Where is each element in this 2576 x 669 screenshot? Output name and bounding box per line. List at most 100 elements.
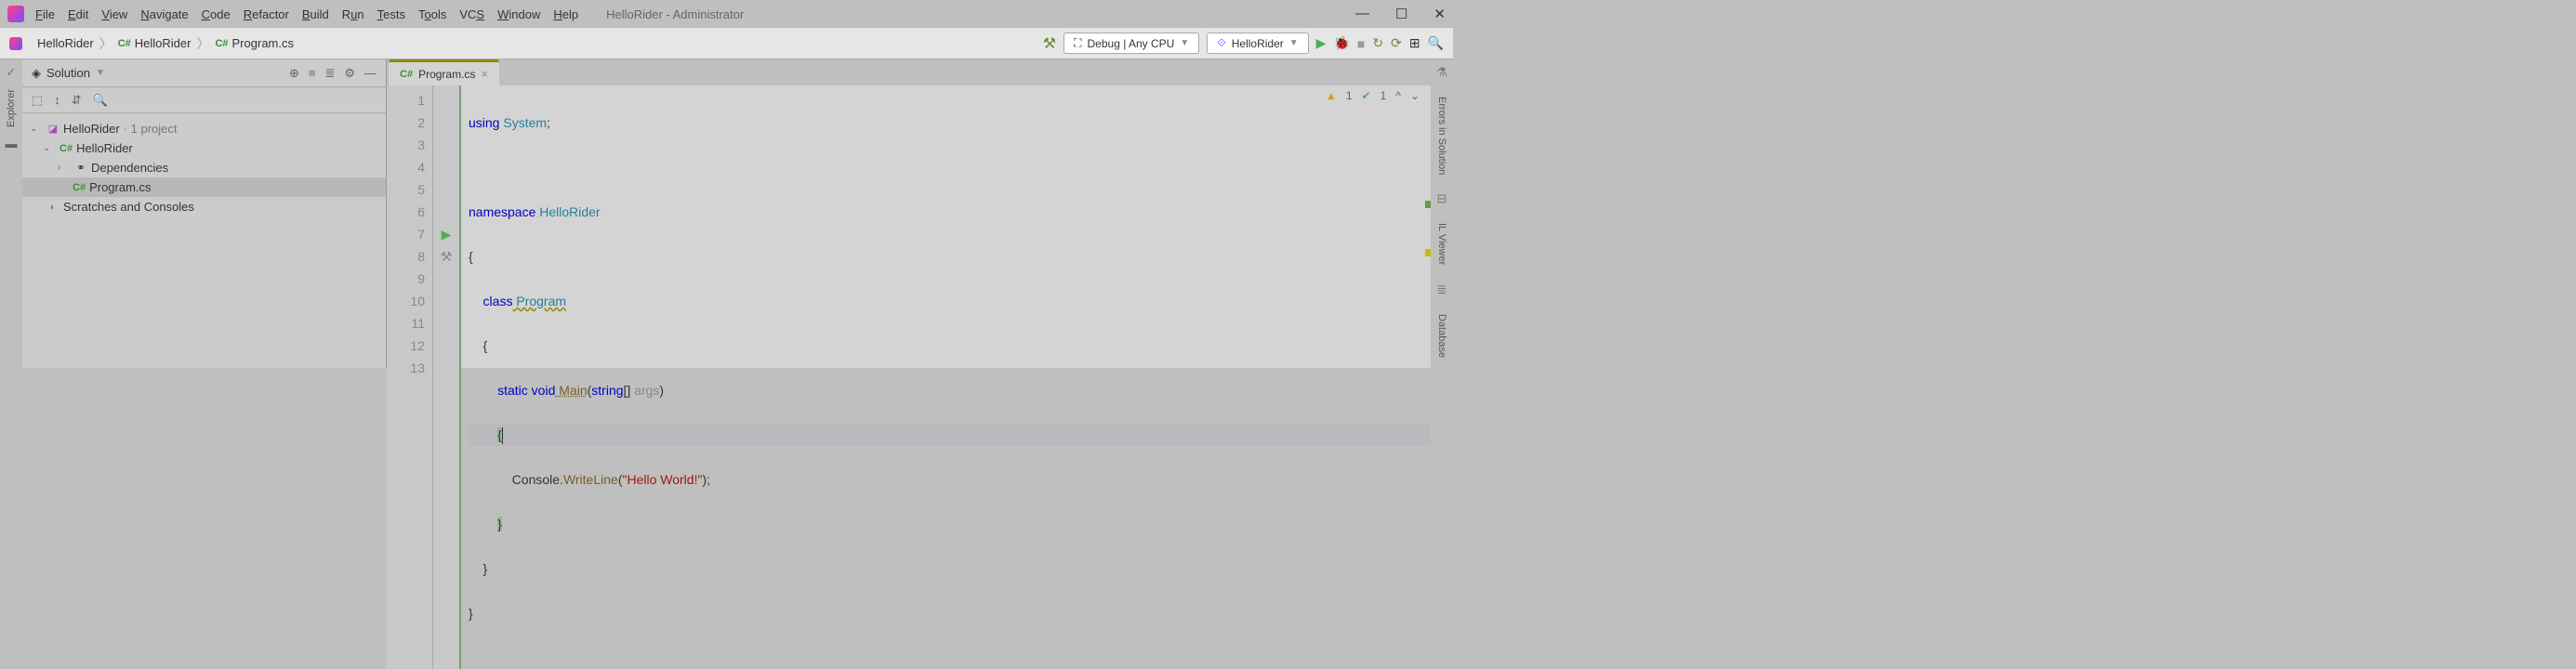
rail-errors[interactable]: Errors in Solution — [1436, 97, 1447, 175]
sync-icon[interactable]: ⟳ — [1391, 35, 1402, 51]
app-icon — [7, 6, 24, 22]
hammer-gutter-icon[interactable]: ⚒ — [433, 245, 459, 268]
tree-scratches[interactable]: ◐ Scratches and Consoles — [22, 197, 386, 216]
titlebar: File Edit View Navigate Code Refactor Bu… — [0, 0, 1453, 28]
gear-icon[interactable]: ⚙ — [344, 66, 355, 81]
hammer-icon[interactable]: ⚒ — [1043, 34, 1056, 53]
close-icon[interactable]: × — [481, 67, 488, 81]
menu-navigate[interactable]: Navigate — [140, 7, 188, 21]
menu-build[interactable]: Build — [302, 7, 329, 21]
menu-view[interactable]: View — [101, 7, 127, 21]
solution-toolbar: ⬚ ↕ ⇵ 🔍 — [22, 87, 386, 113]
solution-header-actions: ⊕ ≡ ≣ ⚙ — — [289, 66, 376, 81]
scratches-icon: ◐ — [46, 201, 59, 214]
rail-ilviewer[interactable]: IL Viewer — [1436, 223, 1447, 265]
collapse-icon[interactable]: ≡ — [309, 66, 316, 81]
build-icon[interactable]: ↻ — [1372, 35, 1383, 51]
dotnet-icon: ⟐ — [1217, 36, 1225, 50]
menu-vcs[interactable]: VCS — [459, 7, 484, 21]
arrow-down-icon: ⌄ — [30, 124, 43, 134]
config-icon: ⛶ — [1074, 36, 1081, 50]
csharp-icon: C# — [118, 38, 131, 49]
chevron-down-icon: ▼ — [1289, 38, 1299, 48]
config-selector[interactable]: ⛶ Debug | Any CPU ▼ — [1063, 33, 1199, 54]
flask-icon[interactable]: ⚗ — [1436, 65, 1447, 80]
menu-help[interactable]: Help — [553, 7, 578, 21]
filter-icon[interactable]: ⇵ — [72, 93, 82, 108]
flask-icon[interactable]: ✓ — [7, 65, 17, 80]
arrow-right-icon: › — [58, 163, 71, 173]
chevron-down-icon[interactable]: ⌄ — [1410, 89, 1420, 102]
rail-database[interactable]: Database — [1436, 314, 1447, 358]
menu-file[interactable]: File — [35, 7, 55, 21]
window-controls: — ☐ ✕ — [1355, 6, 1446, 22]
maximize-icon[interactable]: ☐ — [1395, 6, 1407, 22]
chevron-up-icon[interactable]: ^ — [1395, 89, 1401, 102]
thumbtack-icon: ◈ — [32, 66, 41, 81]
csharp-icon: C# — [73, 182, 86, 193]
folder-icon[interactable]: ▬ — [6, 137, 18, 151]
expand-icon[interactable]: ≣ — [324, 66, 335, 81]
tree-file-program[interactable]: C# Program.cs — [22, 177, 386, 197]
layout-icon[interactable]: ⊞ — [1409, 35, 1420, 51]
editor-tabs: C# Program.cs × — [387, 59, 1431, 85]
chevron-right-icon: 〉 — [196, 34, 209, 53]
menu-code[interactable]: Code — [202, 7, 231, 21]
tab-program[interactable]: C# Program.cs × — [389, 59, 499, 85]
project-icon — [9, 37, 22, 50]
code-content[interactable]: using System; namespace HelloRider { cla… — [461, 85, 1431, 669]
tree-solution-root[interactable]: ⌄ ◪ HelloRider · 1 project — [22, 119, 386, 138]
chevron-right-icon: 〉 — [99, 34, 112, 53]
hide-icon[interactable]: — — [364, 66, 376, 81]
solution-tree: ⌄ ◪ HelloRider · 1 project ⌄ C# HelloRid… — [22, 113, 386, 222]
toolbar-right: ⚒ ⛶ Debug | Any CPU ▼ ⟐ HelloRider ▼ ▶ 🐞… — [1043, 33, 1444, 54]
solution-icon: ◪ — [46, 123, 59, 136]
menu-run[interactable]: Run — [342, 7, 364, 21]
gutter-icons: ▶ ⚒ — [433, 85, 461, 669]
breadcrumb-root[interactable]: HelloRider — [9, 36, 94, 50]
solution-panel: ◈ Solution ▼ ⊕ ≡ ≣ ⚙ — ⬚ ↕ ⇵ 🔍 ⌄ ◪ Hello… — [22, 59, 387, 368]
breadcrumb-project[interactable]: C# HelloRider — [118, 36, 192, 50]
menubar: File Edit View Navigate Code Refactor Bu… — [35, 7, 578, 21]
menu-tests[interactable]: Tests — [377, 7, 405, 21]
minimize-icon[interactable]: — — [1355, 6, 1369, 22]
run-gutter-icon[interactable]: ▶ — [433, 223, 459, 245]
editor-area: C# Program.cs × 1 2 3 4 5 6 7 8 9 10 11 … — [387, 59, 1431, 368]
save-icon[interactable]: ⬚ — [32, 93, 43, 108]
breadcrumb: HelloRider 〉 C# HelloRider 〉 C# Program.… — [9, 34, 294, 53]
left-rail: ✓ Explorer ▬ — [0, 59, 22, 368]
sync-icon[interactable]: ↕ — [54, 93, 60, 107]
tree-dependencies[interactable]: › ⚭ Dependencies — [22, 158, 386, 177]
right-rail: ⚗ Errors in Solution ⊟ IL Viewer ≣ Datab… — [1431, 59, 1453, 368]
csharp-icon: C# — [59, 143, 73, 154]
close-icon[interactable]: ✕ — [1433, 6, 1446, 22]
run-controls: ▶ 🐞 ■ ↻ ⟳ ⊞ 🔍 — [1316, 35, 1444, 51]
solution-title[interactable]: ◈ Solution ▼ — [32, 66, 105, 81]
menu-window[interactable]: Window — [497, 7, 540, 21]
code-editor[interactable]: 1 2 3 4 5 6 7 8 9 10 11 12 13 ▶ ⚒ — [387, 85, 1431, 669]
line-gutter: 1 2 3 4 5 6 7 8 9 10 11 12 13 — [387, 85, 433, 669]
menu-edit[interactable]: Edit — [68, 7, 88, 21]
arrow-down-icon: ⌄ — [43, 143, 56, 153]
search-icon[interactable]: 🔍 — [1428, 35, 1444, 51]
window-title: HelloRider - Administrator — [606, 7, 744, 21]
solution-header: ◈ Solution ▼ ⊕ ≡ ≣ ⚙ — — [22, 59, 386, 87]
debug-icon[interactable]: 🐞 — [1333, 35, 1349, 51]
search-icon[interactable]: 🔍 — [93, 93, 108, 108]
marker-yellow[interactable] — [1425, 249, 1431, 256]
breadcrumb-file[interactable]: C# Program.cs — [215, 36, 294, 50]
database-icon[interactable]: ≣ — [1437, 282, 1447, 297]
il-icon[interactable]: ⊟ — [1437, 191, 1447, 206]
menu-tools[interactable]: Tools — [418, 7, 446, 21]
target-icon[interactable]: ⊕ — [289, 66, 299, 81]
main: ✓ Explorer ▬ ◈ Solution ▼ ⊕ ≡ ≣ ⚙ — ⬚ ↕ … — [0, 59, 1453, 368]
run-icon[interactable]: ▶ — [1316, 35, 1327, 51]
run-target-selector[interactable]: ⟐ HelloRider ▼ — [1207, 33, 1308, 54]
inspection-indicators[interactable]: ▲1 ✔1 ^ ⌄ — [1326, 89, 1420, 102]
menu-refactor[interactable]: Refactor — [244, 7, 289, 21]
tree-project[interactable]: ⌄ C# HelloRider — [22, 138, 386, 158]
marker-green[interactable] — [1425, 201, 1431, 208]
stop-icon[interactable]: ■ — [1357, 36, 1365, 51]
warning-icon: ▲ — [1326, 89, 1337, 102]
rail-explorer[interactable]: Explorer — [6, 89, 17, 127]
